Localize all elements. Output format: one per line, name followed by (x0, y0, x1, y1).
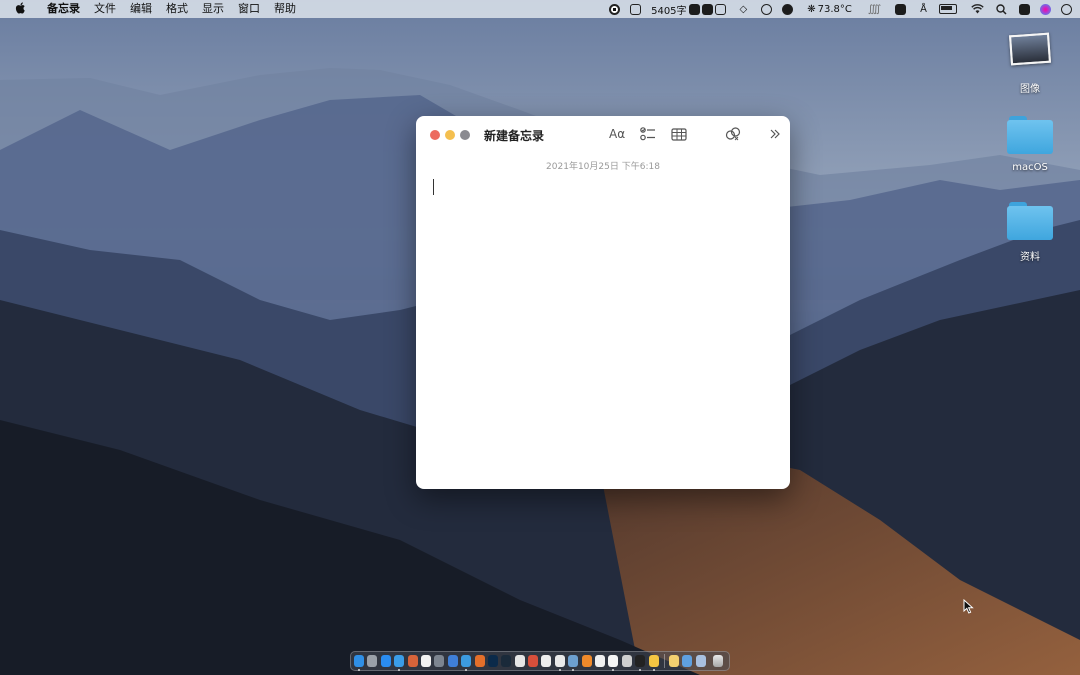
collaborate-icon (725, 127, 741, 141)
menu-format[interactable]: 格式 (159, 0, 195, 18)
stop-record-icon[interactable] (609, 3, 621, 15)
dock-books-icon[interactable] (581, 655, 592, 667)
battery-icon[interactable] (939, 4, 957, 14)
clock-icon[interactable] (1061, 3, 1072, 15)
dock-doc-folder-icon[interactable] (668, 655, 679, 667)
note-editor[interactable] (426, 176, 780, 476)
dock-photoshop-icon[interactable] (487, 655, 498, 667)
desktop-icon-macos[interactable]: macOS (1000, 116, 1060, 173)
grid-icon[interactable] (714, 3, 726, 15)
dock-finder-icon[interactable] (354, 655, 364, 671)
dock-app-store-icon[interactable] (380, 655, 391, 667)
desktop-icon-label: 图像 (1020, 84, 1040, 95)
dock-launchpad-icon[interactable] (367, 655, 378, 667)
wifi-icon[interactable] (971, 4, 984, 14)
fan-icon[interactable]: ❋ (807, 4, 815, 15)
dock-terminal-icon[interactable] (635, 655, 646, 671)
search-icon[interactable] (996, 3, 1007, 15)
control-center-icon[interactable] (1019, 3, 1030, 15)
dock-preferences-icon[interactable] (434, 655, 445, 667)
dock-separator (663, 654, 665, 668)
checklist-button[interactable] (640, 126, 656, 142)
folder-icon (1007, 202, 1053, 240)
window-titlebar[interactable]: 新建备忘录 Aα (416, 116, 790, 152)
wechat-icon[interactable] (782, 3, 794, 15)
menu-window[interactable]: 窗口 (231, 0, 267, 18)
dock-xcode-icon[interactable] (447, 655, 458, 667)
close-button[interactable] (430, 130, 440, 140)
dock-text-editor-icon[interactable] (608, 655, 619, 671)
bluetooth-icon[interactable]: Å (920, 4, 927, 15)
desktop-icon-images[interactable]: 图像 (1000, 32, 1060, 95)
dock-chrome-icon[interactable] (554, 655, 565, 671)
dock-wechat-icon[interactable] (514, 655, 525, 667)
clipboard-icon[interactable] (688, 3, 700, 15)
minimize-button[interactable] (445, 130, 455, 140)
checklist-icon (640, 127, 655, 141)
table-icon (671, 127, 687, 141)
menu-bar: 备忘录 文件 编辑 格式 显示 窗口 帮助 5405字 ◇ ❋ 73.8°C ⨌… (0, 0, 1080, 18)
apple-menu-icon[interactable] (0, 1, 40, 17)
calendar-status-icon[interactable] (630, 3, 642, 15)
format-text-button[interactable]: Aα (609, 126, 625, 142)
dock (350, 651, 730, 671)
folder-icon (1007, 116, 1053, 154)
layers-icon[interactable]: ◇ (740, 4, 748, 15)
more-toolbar-button[interactable] (769, 126, 781, 142)
dock-clock-icon[interactable] (541, 655, 552, 667)
dock-network-icon[interactable] (568, 655, 579, 671)
dock-lightroom-icon[interactable] (501, 655, 512, 667)
dock-qq-icon[interactable] (528, 655, 539, 667)
word-count-status[interactable]: 5405字 (651, 2, 686, 17)
note-date: 2021年10月25日 下午6:18 (546, 162, 660, 172)
menu-edit[interactable]: 编辑 (123, 0, 159, 18)
collaborate-button[interactable] (725, 126, 741, 142)
desktop-icon-label: macOS (1012, 162, 1048, 173)
mute-icon[interactable]: ⨌ (868, 4, 881, 15)
menu-help[interactable]: 帮助 (267, 0, 303, 18)
window-title: 新建备忘录 (484, 129, 545, 143)
dock-firefox-icon[interactable] (474, 655, 485, 667)
dock-typora-icon[interactable] (595, 655, 606, 667)
microphone-icon[interactable] (701, 3, 713, 15)
dock-browser-icon[interactable] (461, 655, 472, 671)
chat-bubble-icon[interactable] (761, 3, 773, 15)
chevron-double-right-icon (770, 129, 780, 139)
image-thumbnail (1009, 32, 1051, 66)
dock-safari-icon[interactable] (394, 655, 405, 671)
dock-notes-icon[interactable] (648, 655, 659, 671)
dock-calendar-icon[interactable] (420, 655, 431, 667)
desktop-icon-label: 资料 (1020, 252, 1040, 263)
temperature-status[interactable]: 73.8°C (818, 4, 852, 15)
menu-file[interactable]: 文件 (87, 0, 123, 18)
desktop-icon-materials[interactable]: 资料 (1000, 202, 1060, 263)
dock-trash-icon[interactable] (713, 655, 724, 667)
s-app-icon[interactable] (895, 3, 907, 15)
zoom-button[interactable] (460, 130, 470, 140)
menu-app-notes[interactable]: 备忘录 (40, 0, 87, 18)
dock-doc-image-icon[interactable] (682, 655, 693, 667)
mouse-pointer-icon (963, 598, 974, 618)
dock-photo-booth-icon[interactable] (407, 655, 418, 667)
menu-view[interactable]: 显示 (195, 0, 231, 18)
siri-icon[interactable] (1040, 3, 1051, 15)
dock-doc-screen-icon[interactable] (695, 655, 706, 667)
table-button[interactable] (671, 126, 687, 142)
notes-window: 新建备忘录 Aα 2021年10月25日 下午6:18 (416, 116, 790, 489)
dock-notes-gray-icon[interactable] (621, 655, 632, 667)
text-caret (433, 179, 434, 195)
